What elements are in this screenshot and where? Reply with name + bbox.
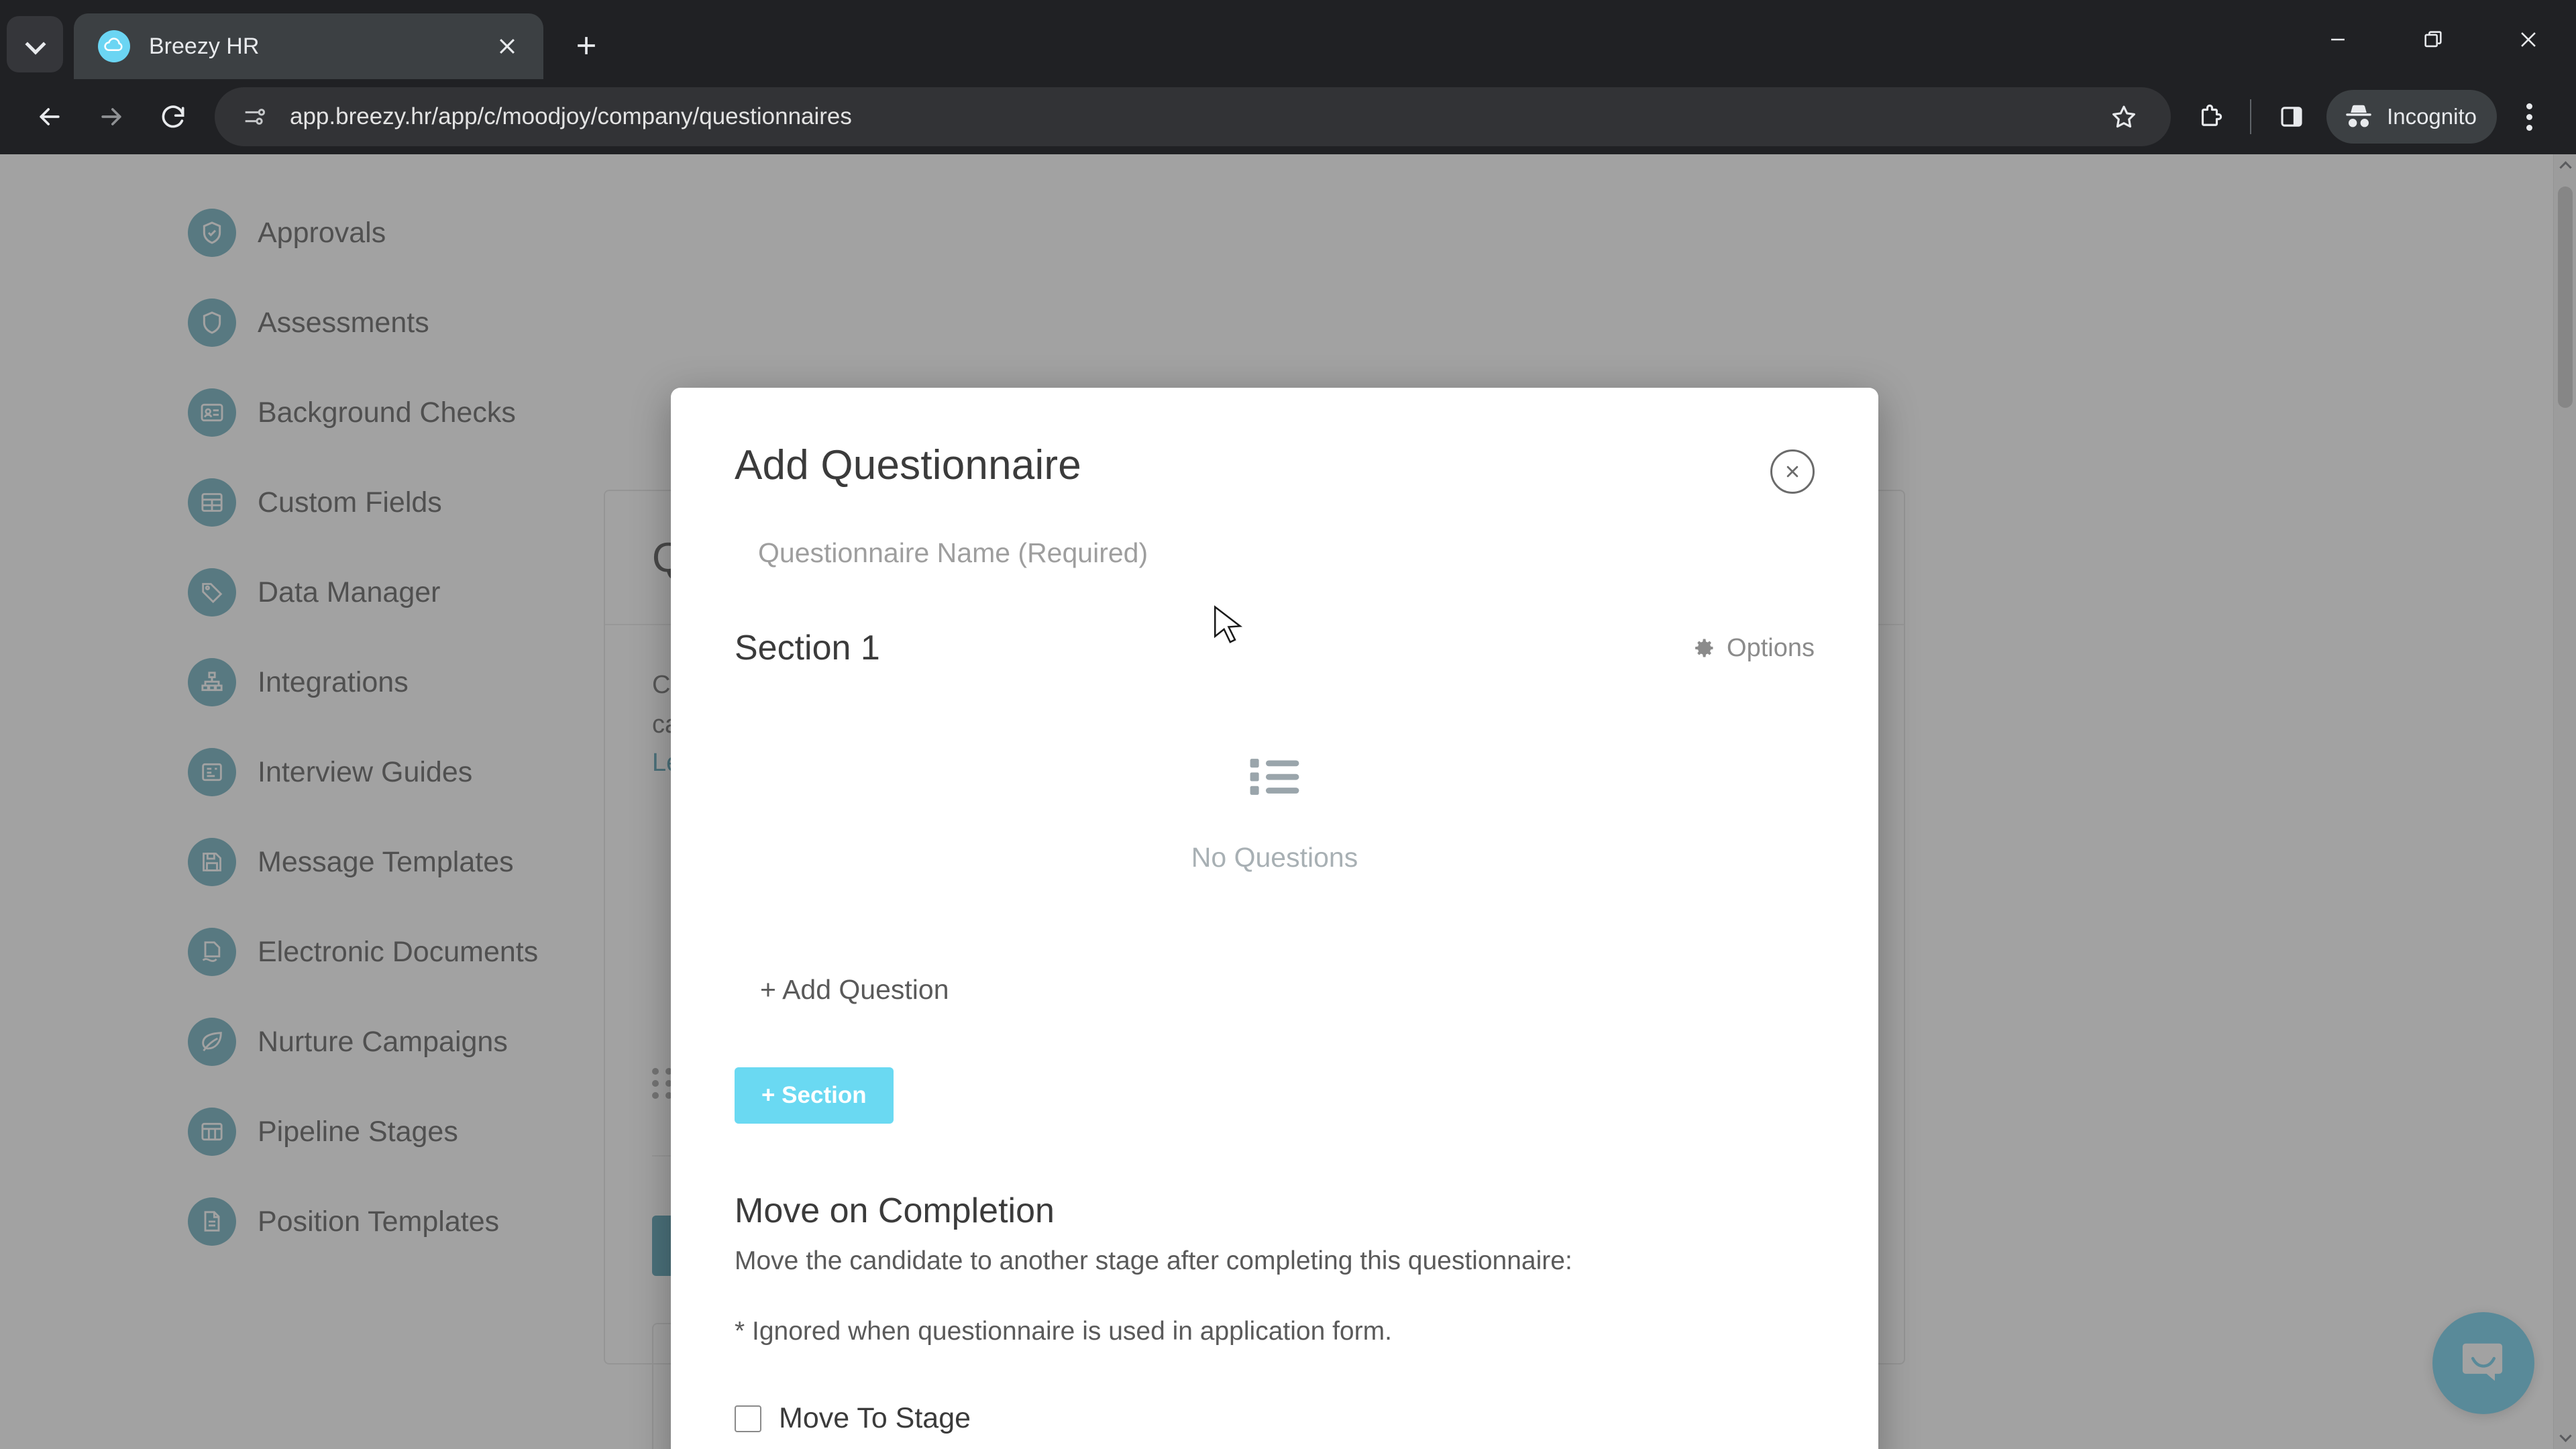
browser-toolbar: app.breezy.hr/app/c/moodjoy/company/ques… [0,79,2576,154]
incognito-label: Incognito [2387,104,2477,129]
address-bar[interactable]: app.breezy.hr/app/c/moodjoy/company/ques… [215,87,2171,146]
close-icon[interactable] [1770,449,1815,494]
reload-button[interactable] [142,86,204,148]
tab-title: Breezy HR [149,33,260,59]
tab-strip: Breezy HR [0,0,2576,79]
modal-title: Add Questionnaire [735,442,1081,488]
bullet-list-icon [1244,746,1305,811]
options-label: Options [1727,633,1815,662]
breezy-cloud-icon [98,30,130,62]
restore-icon[interactable] [2385,0,2481,79]
omnibox-actions [2096,89,2152,145]
url-text: app.breezy.hr/app/c/moodjoy/company/ques… [290,103,852,129]
tab-search-button[interactable] [7,16,63,72]
three-dot-menu-icon[interactable] [2501,89,2557,145]
questionnaire-name-input[interactable] [735,528,1815,582]
section-header-row: Section 1 Options [735,628,1815,668]
extensions-puzzle-icon[interactable] [2182,89,2238,145]
add-section-button[interactable]: + Section [735,1067,894,1124]
forward-button[interactable] [80,86,142,148]
move-to-stage-checkbox-row[interactable]: Move To Stage [735,1402,1815,1435]
add-question-button[interactable]: + Add Question [735,974,949,1006]
tune-settings-icon[interactable] [233,96,275,138]
move-to-stage-checkbox[interactable] [735,1405,761,1432]
move-on-completion-description: Move the candidate to another stage afte… [735,1246,1572,1275]
move-to-stage-label: Move To Stage [779,1402,971,1434]
star-icon[interactable] [2096,89,2152,145]
move-on-completion-note: * Ignored when questionnaire is used in … [735,1316,1392,1346]
incognito-hat-icon [2346,105,2371,127]
add-questionnaire-modal: Add Questionnaire Section 1 Options [671,388,1878,1449]
window-close-icon[interactable] [2481,0,2576,79]
section-title: Section 1 [735,629,880,667]
back-button[interactable] [19,86,80,148]
page-viewport: Approvals Assessments Background Checks … [0,154,2576,1449]
modal-content: Add Questionnaire Section 1 Options [671,388,1878,1449]
move-on-completion-block: Move on Completion Move the candidate to… [735,1191,1815,1435]
empty-state-text: No Questions [1191,842,1358,873]
side-panel-icon[interactable] [2263,89,2320,145]
gear-icon [1695,639,1713,657]
new-tab-button[interactable] [561,20,612,71]
toolbar-divider [2250,99,2252,134]
chevron-down-icon [26,36,44,53]
browser-tab[interactable]: Breezy HR [74,13,543,79]
questions-empty-state: No Questions [735,746,1815,873]
minimize-icon[interactable] [2290,0,2385,79]
tab-close-icon[interactable] [488,28,526,65]
section-options-button[interactable]: Options [1692,634,1815,663]
add-section-row: + Section [735,1006,1815,1124]
incognito-indicator[interactable]: Incognito [2326,90,2497,144]
move-on-completion-heading: Move on Completion [735,1191,1055,1230]
window-controls [2290,0,2576,79]
browser-chrome: Breezy HR app.breezy.hr/app/c/moodjoy/co… [0,0,2576,154]
